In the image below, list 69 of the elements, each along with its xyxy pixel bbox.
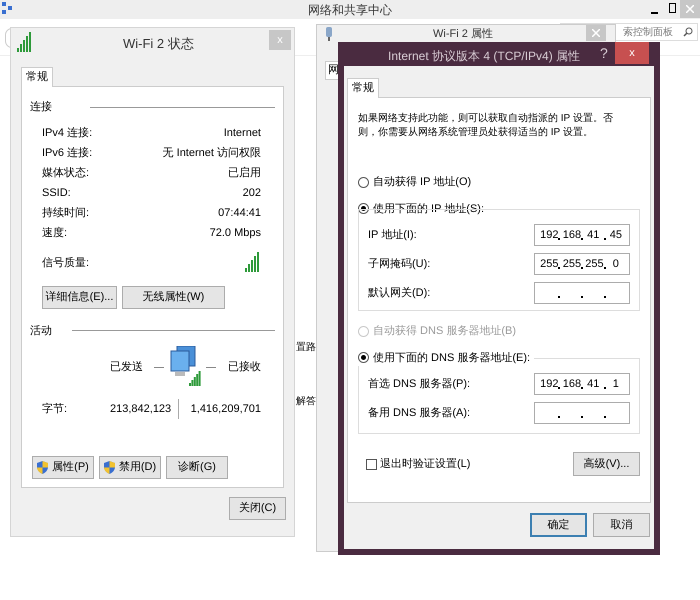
action-button[interactable]: 诊断(G) <box>166 456 228 479</box>
field-label: IPv4 连接: <box>42 126 92 142</box>
wifi-signal-icon <box>17 32 33 52</box>
description-text: 如果网络支持此功能，则可以获取自动指派的 IP 设置。否则，你需要从网络系统管理员处获得适当的 IP 设置。 <box>358 112 614 140</box>
field-label: 字节: <box>42 402 68 417</box>
network-icon <box>2 2 12 14</box>
cancel-button[interactable]: 取消 <box>593 513 650 537</box>
field-label: 子网掩码(U): <box>368 256 430 272</box>
radio-label: 自动获得 IP 地址(O) <box>373 175 472 190</box>
received-label: 已接收 <box>228 360 261 375</box>
field-value: 无 Internet 访问权限 <box>162 146 261 162</box>
field-value: 已启用 <box>228 166 261 182</box>
dialog-title: Wi-Fi 2 属性 <box>433 28 493 40</box>
field-label: 持续时间: <box>42 206 90 222</box>
tab[interactable]: 常规 <box>21 67 53 87</box>
field-label: 信号质量: <box>42 256 90 271</box>
network-adapter-icon <box>325 27 333 41</box>
details-button[interactable]: 详细信息(E)... <box>42 286 117 308</box>
sent-label: 已发送 <box>110 360 144 375</box>
link-text[interactable]: 置路 <box>296 340 316 355</box>
shield-icon <box>37 461 48 474</box>
close-button[interactable]: x <box>615 42 649 64</box>
tab[interactable]: 常规 <box>347 78 379 98</box>
ip-address-field[interactable] <box>534 282 630 304</box>
window-title: 网络和共享中心 <box>308 2 392 18</box>
network-computer-icon <box>169 346 201 388</box>
action-button[interactable]: 禁用(D) <box>99 456 161 479</box>
close-icon <box>592 29 600 37</box>
signal-strength-icon <box>245 252 261 272</box>
checkbox[interactable] <box>366 458 377 470</box>
checkbox-label: 退出时验证设置(L) <box>380 456 470 472</box>
field-label: 速度: <box>42 226 68 242</box>
section-heading: 活动 <box>30 324 52 338</box>
restore-icon[interactable] <box>669 3 676 13</box>
close-button[interactable] <box>586 25 606 41</box>
dialog-title: Internet 协议版本 4 (TCP/IPv4) 属性 <box>388 48 580 65</box>
field-label: IP 地址(I): <box>368 228 417 243</box>
field-value: 72.0 Mbps <box>210 226 261 242</box>
close-dialog-button[interactable]: 关闭(C) <box>229 497 286 520</box>
radio-label: 自动获得 DNS 服务器地址(B) <box>373 324 516 339</box>
field-label: 默认网关(D): <box>368 286 430 301</box>
search-icon <box>683 27 693 37</box>
ok-button[interactable]: 确定 <box>530 513 587 537</box>
ip-address-field[interactable]: 192 168 41 45 <box>534 224 630 246</box>
ip-address-field[interactable] <box>534 402 630 424</box>
field-label: SSID: <box>42 186 71 202</box>
field-label: 备用 DNS 服务器(A): <box>368 406 470 421</box>
radio-label: 使用下面的 DNS 服务器地址(E): <box>373 350 530 366</box>
radio-button[interactable] <box>358 352 369 364</box>
bytes-received-value: 1,416,209,701 <box>190 402 261 417</box>
dialog-title: Wi-Fi 2 状态 <box>123 35 194 53</box>
wireless-properties-button[interactable]: 无线属性(W) <box>122 286 225 308</box>
ip-address-field[interactable]: 192 168 41 1 <box>534 373 630 395</box>
ip-address-field[interactable]: 255 255 255 0 <box>534 253 630 275</box>
help-button[interactable]: ? <box>600 45 608 61</box>
field-value: Internet <box>224 126 261 142</box>
link-text[interactable]: 解答 <box>296 394 316 409</box>
advanced-button[interactable]: 高级(V)... <box>573 452 640 476</box>
field-value: 07:44:41 <box>218 206 261 222</box>
field-label: IPv6 连接: <box>42 146 92 162</box>
section-heading: 连接 <box>30 100 52 115</box>
field-value: 202 <box>242 186 261 202</box>
field-label: 媒体状态: <box>42 166 90 182</box>
shield-icon <box>104 461 115 474</box>
radio-button[interactable] <box>358 176 369 188</box>
field-label: 首选 DNS 服务器(P): <box>368 376 470 392</box>
action-button[interactable]: 属性(P) <box>32 456 94 479</box>
bytes-sent-value: 213,842,123 <box>110 402 172 417</box>
close-icon <box>686 5 694 13</box>
